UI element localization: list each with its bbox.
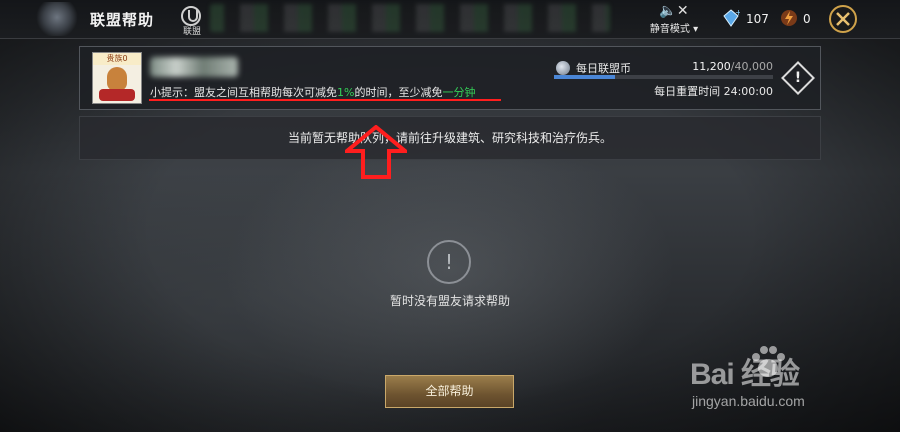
info-button[interactable]: ! — [781, 61, 815, 95]
svg-text:+: + — [735, 9, 740, 17]
alliance-info-panel: 贵族0 小提示：盟友之间互相帮助每次可减免1%的时间，至少减免一分钟 每日联盟币… — [79, 46, 821, 110]
alliance-label[interactable]: 联盟 — [183, 24, 201, 37]
energy-count: 0 — [803, 12, 811, 26]
exclamation-mark-icon: ! — [444, 250, 454, 274]
daily-reset-time: 每日重置时间 24:00:00 — [654, 85, 773, 98]
avatar[interactable]: 贵族0 — [92, 52, 142, 104]
help-tip: 小提示：盟友之间互相帮助每次可减免1%的时间，至少减免一分钟 — [150, 84, 475, 100]
alliance-coin-icon — [556, 61, 570, 75]
gem-icon: + — [723, 9, 740, 27]
avatar-portrait — [107, 67, 127, 91]
tip-percent: 1% — [337, 86, 355, 99]
help-queue-notice: 当前暂无帮助队列，请前往升级建筑、研究科技和治疗伤兵。 — [79, 116, 821, 160]
news-ticker — [210, 4, 610, 32]
coin-max: /40,000 — [730, 60, 773, 73]
speaker-muted-icon: 🔈✕ — [659, 3, 689, 19]
page-title: 联盟帮助 — [90, 11, 155, 29]
tip-prefix: 小提示：盟友之间互相帮助每次可减免 — [150, 86, 337, 99]
noble-badge: 贵族0 — [93, 53, 141, 65]
tip-minimum: 一分钟 — [442, 86, 476, 99]
paw-logo-icon — [752, 346, 785, 377]
baidu-watermark: Bai 经验 jingyan.baidu.com — [690, 343, 870, 413]
alliance-icon[interactable] — [181, 6, 201, 26]
mute-label: 静音模式 — [649, 24, 690, 35]
gem-count: 107 — [746, 12, 769, 26]
watermark-url: jingyan.baidu.com — [692, 393, 805, 409]
daily-coin-progress-fill — [554, 75, 616, 79]
exclamation-icon: ! — [794, 70, 802, 86]
emblem-icon — [34, 2, 80, 36]
top-bar: 联盟帮助 联盟 🔈✕ 静音模式 ▾ + 107 0 — [0, 0, 900, 39]
annotation-underline — [149, 99, 501, 101]
dropdown-arrow-icon: ▾ — [693, 24, 699, 35]
annotation-arrow-icon — [345, 125, 407, 179]
energy-icon — [781, 10, 797, 26]
close-button[interactable] — [829, 5, 857, 33]
empty-state-message: 暂时没有盟友请求帮助 — [389, 294, 510, 308]
avatar-cape — [99, 89, 135, 101]
player-name-blurred — [150, 57, 238, 77]
daily-coin-value: 11,200/40,000 — [640, 60, 773, 73]
daily-coin-label: 每日联盟币 — [576, 62, 631, 75]
empty-state-icon: ! — [427, 240, 471, 284]
help-all-button[interactable]: 全部帮助 — [385, 375, 514, 408]
close-icon — [836, 12, 850, 26]
tip-middle: 的时间，至少减免 — [354, 86, 443, 99]
mute-toggle[interactable]: 🔈✕ 静音模式 ▾ — [648, 4, 700, 36]
coin-current: 11,200 — [692, 60, 731, 73]
daily-coin-progress-bar — [554, 75, 773, 79]
